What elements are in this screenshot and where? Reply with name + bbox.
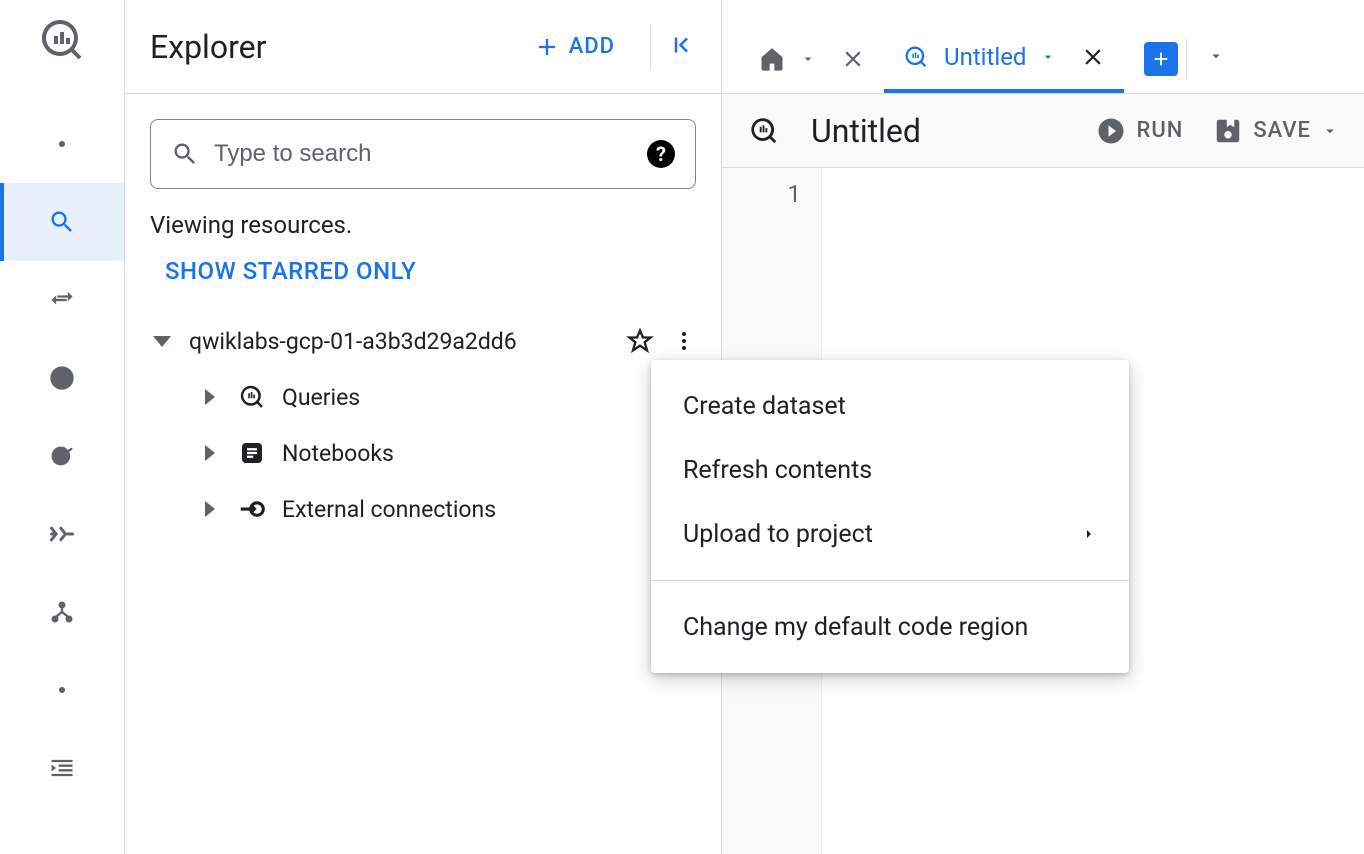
save-icon — [1213, 116, 1243, 146]
project-context-menu: Create dataset Refresh contents Upload t… — [651, 360, 1129, 673]
tab-bar: Untitled — [722, 0, 1364, 94]
more-vert-icon[interactable] — [672, 329, 696, 353]
line-number: 1 — [722, 180, 801, 208]
search-input[interactable] — [214, 140, 632, 168]
chevron-right-icon — [205, 389, 215, 405]
clock-icon — [48, 364, 76, 392]
run-button[interactable]: RUN — [1096, 116, 1183, 146]
tree-item-queries[interactable]: Queries — [150, 369, 696, 425]
rail-item-history[interactable] — [0, 339, 124, 417]
merge-icon — [48, 520, 76, 548]
query-icon — [902, 43, 930, 71]
tab-home[interactable] — [740, 25, 884, 93]
query-icon — [747, 114, 781, 148]
add-button[interactable]: ADD — [513, 33, 635, 61]
star-outline-icon[interactable] — [626, 327, 654, 355]
transfer-icon — [48, 286, 76, 314]
document-title[interactable]: Untitled — [811, 112, 1066, 150]
target-icon — [48, 442, 76, 470]
external-connection-icon — [237, 494, 267, 524]
explorer-title: Explorer — [150, 28, 513, 66]
save-label: SAVE — [1253, 118, 1311, 143]
search-box[interactable]: ? — [150, 119, 696, 189]
plus-icon — [1150, 48, 1172, 70]
tree-item-label: External connections — [282, 496, 696, 523]
menu-item-label: Create dataset — [683, 392, 846, 421]
search-icon — [171, 140, 199, 168]
expand-toggle[interactable] — [150, 336, 174, 347]
tree-item-notebooks[interactable]: Notebooks — [150, 425, 696, 481]
explorer-panel: Explorer ADD ? Viewing resources. SHOW S… — [125, 0, 722, 854]
collapse-left-icon — [666, 30, 696, 60]
bigquery-logo-icon — [37, 15, 87, 65]
explorer-header: Explorer ADD — [125, 0, 721, 94]
dot-icon — [59, 141, 65, 147]
menu-item-label: Refresh contents — [683, 456, 872, 485]
rail-item-target[interactable] — [0, 417, 124, 495]
left-nav-rail — [0, 0, 125, 854]
tab-label: Untitled — [944, 43, 1026, 71]
rail-item-search[interactable] — [0, 183, 124, 261]
add-label: ADD — [569, 34, 615, 59]
menu-change-region[interactable]: Change my default code region — [651, 595, 1129, 659]
expand-toggle[interactable] — [198, 389, 222, 405]
menu-create-dataset[interactable]: Create dataset — [651, 374, 1129, 438]
project-name: qwiklabs-gcp-01-a3b3d29a2dd6 — [189, 328, 611, 355]
divider — [1186, 39, 1187, 79]
home-icon — [758, 45, 786, 73]
menu-upload-to-project[interactable]: Upload to project — [651, 502, 1129, 566]
tree-item-label: Queries — [282, 384, 696, 411]
tab-untitled[interactable]: Untitled — [884, 25, 1124, 93]
collapse-panel-button[interactable] — [666, 30, 696, 64]
show-starred-button[interactable]: SHOW STARRED ONLY — [165, 257, 696, 285]
lineage-icon — [48, 598, 76, 626]
close-icon[interactable] — [1080, 44, 1106, 70]
tree-item-external[interactable]: External connections — [150, 481, 696, 537]
project-row[interactable]: qwiklabs-gcp-01-a3b3d29a2dd6 — [150, 313, 696, 369]
divider — [650, 24, 651, 70]
chevron-down-icon[interactable] — [800, 51, 816, 67]
query-icon — [237, 382, 267, 412]
tab-menu-button[interactable] — [1207, 47, 1225, 69]
notebook-icon — [237, 438, 267, 468]
indent-icon — [48, 754, 76, 782]
expand-toggle[interactable] — [198, 445, 222, 461]
dot-icon — [59, 687, 65, 693]
new-tab-button[interactable] — [1144, 42, 1178, 76]
run-label: RUN — [1136, 118, 1183, 143]
plus-icon — [533, 33, 561, 61]
rail-item-merge[interactable] — [0, 495, 124, 573]
rail-item-dot1[interactable] — [0, 105, 124, 183]
menu-item-label: Upload to project — [683, 520, 873, 549]
chevron-down-icon — [1321, 122, 1339, 140]
tree-item-label: Notebooks — [282, 440, 696, 467]
menu-refresh-contents[interactable]: Refresh contents — [651, 438, 1129, 502]
chevron-right-icon — [205, 445, 215, 461]
menu-item-label: Change my default code region — [683, 613, 1028, 642]
save-button[interactable]: SAVE — [1213, 116, 1339, 146]
resource-tree: qwiklabs-gcp-01-a3b3d29a2dd6 Queries Not… — [150, 313, 696, 537]
expand-toggle[interactable] — [198, 501, 222, 517]
close-icon[interactable] — [840, 46, 866, 72]
search-icon — [48, 208, 76, 236]
viewing-text: Viewing resources. — [150, 211, 696, 239]
play-circle-icon — [1096, 116, 1126, 146]
rail-item-dot2[interactable] — [0, 651, 124, 729]
help-icon[interactable]: ? — [647, 140, 675, 168]
chevron-down-icon — [1207, 47, 1225, 65]
chevron-right-icon — [1081, 526, 1097, 542]
rail-item-lineage[interactable] — [0, 573, 124, 651]
chevron-down-icon[interactable] — [1040, 49, 1056, 65]
chevron-down-icon — [153, 336, 171, 347]
rail-item-transfers[interactable] — [0, 261, 124, 339]
editor-toolbar: Untitled RUN SAVE — [722, 94, 1364, 168]
rail-item-indent[interactable] — [0, 729, 124, 807]
chevron-right-icon — [205, 501, 215, 517]
